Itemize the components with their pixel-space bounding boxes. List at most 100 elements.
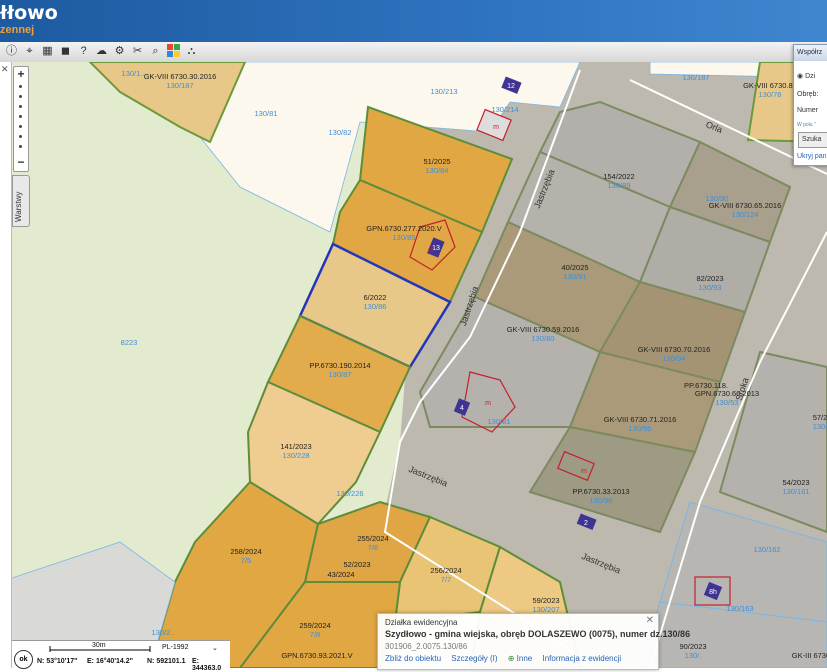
parcel-name-label: 154/2022 bbox=[603, 172, 634, 181]
map-canvas[interactable]: GK-VIII 6730.30.2016 130/187 130/1.. 130/81… bbox=[0, 62, 827, 668]
parcel-number-label: 7/7 bbox=[441, 575, 451, 584]
house-number-label: 8h bbox=[709, 589, 717, 596]
parcel-name-label: GK-VIII 6730.71.2016 bbox=[604, 415, 677, 424]
share-icon[interactable]: ⛬ bbox=[184, 44, 199, 59]
map-toolbar: ⓘ ⌖ ▦ ◼ ? ☁ ⚙ ✂ ⌕ ⛬ bbox=[0, 42, 827, 63]
parcel-number-label: 130/86 bbox=[364, 302, 387, 311]
layers-tab[interactable]: Warstwy bbox=[12, 175, 30, 227]
crs-select[interactable]: PL-1992 bbox=[162, 644, 188, 651]
parcel-number-label: 130/78 bbox=[759, 90, 782, 99]
scale-label: 30m bbox=[92, 642, 106, 649]
details-link[interactable]: Szczegóły (I) bbox=[451, 654, 497, 663]
parcel-name-label: GK-VIII 6730.30.2016 bbox=[144, 72, 217, 81]
parcel-number-label: 130/2.. bbox=[152, 628, 175, 637]
parcel-number-label: 130/187 bbox=[682, 73, 709, 82]
info-icon[interactable]: ⓘ bbox=[4, 44, 19, 59]
parcel-name-label: 40/2025 bbox=[561, 263, 588, 272]
close-panel-icon[interactable]: ✕ bbox=[1, 64, 9, 75]
identify-icon[interactable]: ⌖ bbox=[22, 44, 37, 59]
popup-id-line: 301906_2.0075.130/86 bbox=[385, 642, 468, 651]
parcel-number-label: 7/8 bbox=[310, 630, 320, 639]
parcel-number-label: 130/85 bbox=[393, 233, 416, 242]
zoom-out-button[interactable]: − bbox=[14, 156, 28, 168]
help-icon[interactable]: ? bbox=[76, 44, 91, 59]
parcel-number-label: 130/162 bbox=[753, 545, 780, 554]
cloud-icon[interactable]: ☁ bbox=[94, 44, 109, 59]
latitude: N: 53°10'17" bbox=[37, 658, 78, 665]
hide-panel-link[interactable]: Ukryj pan bbox=[797, 153, 827, 160]
app-subtitle: zennej bbox=[0, 24, 35, 36]
zoom-area-icon[interactable]: ⌕ bbox=[148, 44, 163, 59]
cadastral-map[interactable]: GK-VIII 6730.30.2016130/187130/1..130/81… bbox=[0, 62, 827, 668]
color-grid-icon[interactable] bbox=[166, 44, 181, 59]
parcel-number-label: 130/80 bbox=[532, 334, 555, 343]
popup-parcel-line: Szydłowo - gmina wiejska, obręb DOLASZEW… bbox=[385, 629, 691, 639]
parcel-name-label: 52/2023 bbox=[343, 560, 370, 569]
parcel-number-label: 130/82 bbox=[329, 128, 352, 137]
parcel-name-label: 6/2022 bbox=[364, 293, 387, 302]
parcel-name-label: GK-III 6730. bbox=[792, 651, 827, 660]
zoom-to-object-link[interactable]: Zbliż do obiektu bbox=[385, 654, 441, 663]
easting: E: 344363.0 bbox=[192, 658, 222, 672]
ok-button[interactable]: ok bbox=[14, 650, 33, 669]
parcel-popup: ✕ Działka ewidencyjna Szydłowo - gmina w… bbox=[377, 613, 690, 670]
parcel-name-label: GK-VIII 6730.82 bbox=[743, 81, 797, 90]
parcel-name-label: GPN.6730.277.2020.V bbox=[366, 224, 441, 233]
parcel-name-label: 82/2023 bbox=[696, 274, 723, 283]
parcel-number-label: 130/91 bbox=[564, 272, 587, 281]
house-number-label: 2 bbox=[584, 520, 588, 527]
parcel-name-label: 59/2023 bbox=[532, 596, 559, 605]
parcel-number-label: 130/94 bbox=[663, 354, 686, 363]
parcel-number-label: 8223 bbox=[121, 338, 138, 347]
parcel-number-label: 130/228 bbox=[282, 451, 309, 460]
parcel-name-label: GK-VIII 6730.59.2016 bbox=[507, 325, 580, 334]
building-mark: m bbox=[485, 400, 491, 407]
numer-label: Numer bbox=[797, 107, 819, 114]
hint-text: W polu " bbox=[797, 122, 816, 128]
parcel-number-label: 130/ bbox=[813, 422, 827, 431]
popup-title: Działka ewidencyjna bbox=[385, 618, 458, 627]
parcel-name-label: 256/2024 bbox=[430, 566, 461, 575]
parcel-name-label: 57/2 bbox=[813, 413, 827, 422]
parcel-name-label: PP.6730.190.2014 bbox=[309, 361, 370, 370]
crs-dropdown-icon[interactable]: ⌄ bbox=[212, 644, 218, 652]
settings-icon[interactable]: ⚙ bbox=[112, 44, 127, 59]
zoom-in-button[interactable]: + bbox=[14, 68, 28, 80]
parcel-number-label: 130/124 bbox=[731, 210, 758, 219]
northing: N: 592101.1 bbox=[147, 658, 186, 665]
parcel-name-label: GK-VIII 6730.70.2016 bbox=[638, 345, 711, 354]
parcel-number-label: 130/81 bbox=[255, 109, 278, 118]
parcel-number-label: 130/87 bbox=[329, 370, 352, 379]
registry-info-link[interactable]: Informacja z ewidencji bbox=[542, 654, 621, 663]
measure-icon[interactable]: ✂ bbox=[130, 44, 145, 59]
obreb-label: Obręb: bbox=[797, 91, 819, 98]
parcel-number-label: 130/. bbox=[685, 651, 702, 660]
parcel-name-label: 51/2025 bbox=[423, 157, 450, 166]
parcel-name-label: 258/2024 bbox=[230, 547, 261, 556]
parcel-number-label: 130/226 bbox=[336, 489, 363, 498]
parcel-number-label: 130/93 bbox=[699, 283, 722, 292]
close-icon[interactable]: ✕ bbox=[646, 615, 654, 626]
app-title: łłowo bbox=[0, 2, 58, 24]
app-header: łłowo zennej bbox=[0, 0, 827, 42]
parcel-number-label: 130/163 bbox=[726, 604, 753, 613]
zoom-slider[interactable]: + − bbox=[13, 66, 29, 172]
parcel-name-label: 255/2024 bbox=[357, 534, 388, 543]
parcel-name-label: 259/2024 bbox=[299, 621, 330, 630]
table-icon[interactable]: ▦ bbox=[40, 44, 55, 59]
search-button[interactable]: Szuka bbox=[798, 132, 827, 148]
building-mark: m bbox=[493, 124, 499, 131]
parcel-number-label: 130/214 bbox=[491, 105, 518, 114]
comment-icon[interactable]: ◼ bbox=[58, 44, 73, 59]
parcel-number-label: 130/161 bbox=[782, 487, 809, 496]
search-panel: Współrz ◉ Dzi Obręb: Numer W polu " Szuk… bbox=[793, 44, 827, 166]
plus-circle-icon[interactable]: ⊕ bbox=[508, 654, 515, 663]
parcel-number-label: 130/213 bbox=[430, 87, 457, 96]
longitude: E: 16°40'14.2" bbox=[87, 658, 133, 665]
house-number-label: 12 bbox=[507, 83, 515, 90]
other-link[interactable]: Inne bbox=[517, 654, 533, 663]
layers-tab-label: Warstwy bbox=[14, 191, 23, 222]
parcel-radio[interactable]: ◉ Dzi bbox=[797, 72, 815, 80]
parcel-number-label: 130/96 bbox=[590, 496, 613, 505]
parcel-number-label: 130/89 bbox=[608, 181, 631, 190]
